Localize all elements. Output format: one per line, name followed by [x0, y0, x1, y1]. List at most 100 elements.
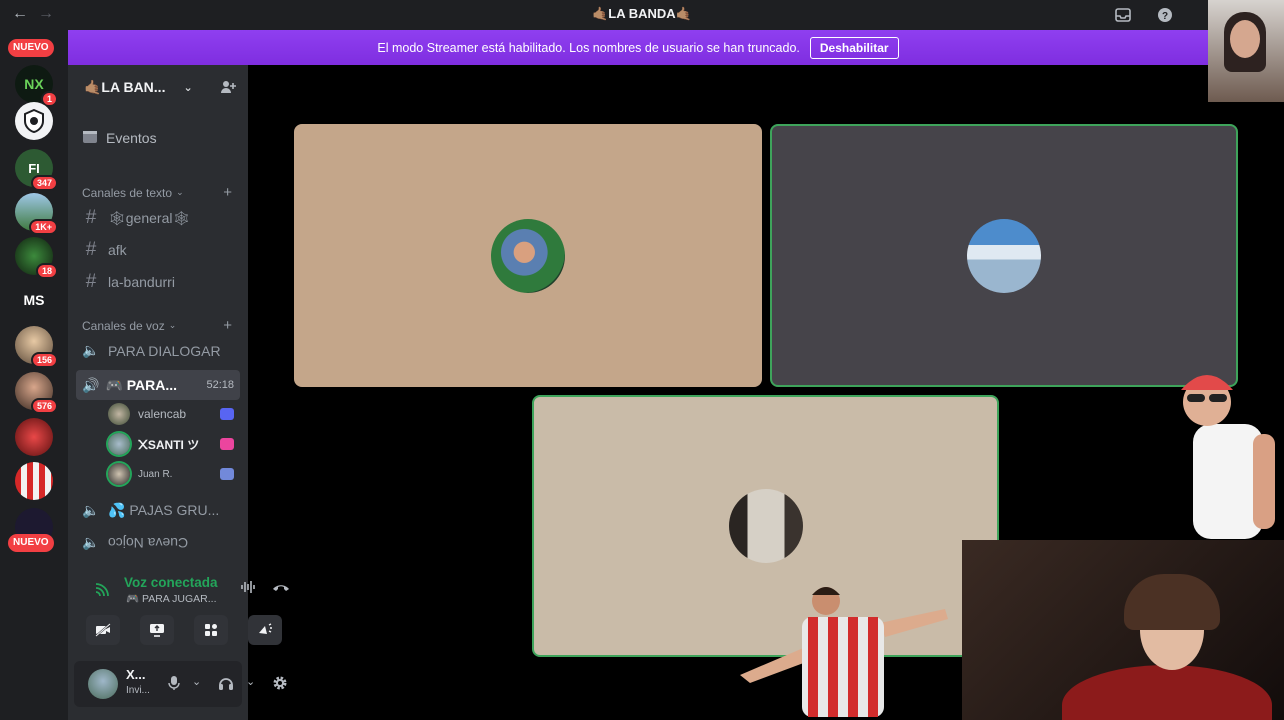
add-channel-icon[interactable]: + — [223, 317, 232, 334]
channel-label: 💦 PAJAS GRU... — [108, 502, 220, 518]
banner-message: El modo Streamer está habilitado. Los no… — [377, 40, 800, 55]
activities-icon[interactable] — [194, 615, 228, 645]
voice-user[interactable]: Juan R. — [108, 463, 234, 485]
server-icon-girl[interactable]: 576 — [15, 372, 58, 414]
help-icon[interactable]: ? — [1156, 6, 1174, 24]
voice-status[interactable]: Voz conectada — [124, 575, 218, 590]
disconnect-icon[interactable] — [272, 580, 290, 596]
camera-off-icon[interactable] — [86, 615, 120, 645]
voice-user-name: valencab — [138, 407, 187, 421]
voice-channel-para-dialogar[interactable]: 🔈 PARA DIALOGAR — [82, 342, 240, 359]
activity-icon — [220, 408, 234, 420]
voice-channel-active[interactable]: 🔊 🎮 PARA... 52:18 — [76, 370, 240, 400]
avatar[interactable] — [88, 669, 118, 699]
headphones-icon[interactable] — [218, 675, 234, 694]
user-name[interactable]: X... — [126, 667, 146, 682]
webcam-shirt — [1062, 665, 1272, 720]
voice-channel-cueva[interactable]: 🔈 Cueva Nojco — [82, 534, 240, 551]
webcam-overlay-streamer — [962, 540, 1284, 720]
speaker-icon: 🔈 — [82, 342, 100, 358]
speaker-icon: 🔈 — [82, 534, 100, 550]
server-icon-shield[interactable] — [15, 102, 53, 140]
chevron-down-icon[interactable]: ⌄ — [192, 675, 201, 688]
text-channels-category[interactable]: Canales de texto ⌄ + — [82, 184, 232, 201]
notification-badge: 156 — [30, 352, 58, 368]
disable-streamer-mode-button[interactable]: Deshabilitar — [809, 36, 899, 59]
voice-channel-name[interactable]: 🎮 PARA JUGAR... — [126, 592, 216, 605]
channel-label: la-bandurri — [108, 274, 175, 290]
avatar — [108, 433, 130, 455]
channel-la-bandurri[interactable]: # la-bandurri — [82, 271, 240, 293]
chevron-down-icon: ⌄ — [176, 187, 184, 197]
category-label: Canales de texto — [82, 185, 173, 200]
server-header[interactable]: 🤙🏽LA BAN... ⌄ — [68, 65, 248, 110]
server-icon-stadium[interactable]: 1K+ — [15, 193, 58, 235]
call-duration: 52:18 — [206, 379, 234, 391]
signal-icon[interactable] — [94, 582, 110, 601]
server-icon-red[interactable] — [15, 418, 53, 456]
channel-label: PARA DIALOGAR — [108, 342, 221, 359]
inbox-icon[interactable] — [1114, 6, 1132, 24]
participant-avatar — [491, 218, 565, 293]
new-badge: NUEVO — [8, 534, 54, 552]
channel-label: 🎮 PARA... — [105, 376, 178, 393]
shield-logo-icon — [15, 102, 53, 140]
voice-user[interactable]: valencab — [108, 403, 234, 425]
channel-label: Cueva Nojco — [108, 534, 189, 551]
events-item[interactable]: Eventos — [82, 128, 157, 147]
server-icon-ms[interactable]: MS — [15, 281, 53, 319]
webcam-hair — [1124, 574, 1220, 630]
user-panel: X... Invi... ⌄ ⌄ — [74, 661, 287, 707]
screen-share-icon[interactable] — [140, 615, 174, 645]
server-icon-sunglasses[interactable]: 156 — [15, 326, 58, 368]
chevron-down-icon[interactable]: ⌄ — [246, 675, 255, 688]
calendar-icon — [82, 128, 98, 147]
voice-user[interactable]: ᙭SANTI ツ — [108, 433, 234, 455]
window-title: 🤙🏽LA BANDA🤙🏽 — [592, 6, 692, 21]
hash-icon: # — [85, 207, 97, 228]
title-bar: ← → 🤙🏽LA BANDA🤙🏽 ? — [0, 0, 1284, 30]
server-name: 🤙🏽LA BAN... — [84, 79, 166, 95]
avatar — [108, 463, 130, 485]
participant-avatar — [967, 218, 1041, 293]
add-channel-icon[interactable]: + — [223, 184, 232, 201]
video-tile[interactable] — [294, 124, 762, 387]
notification-badge: 347 — [30, 175, 58, 191]
new-badge: NUEVO — [8, 39, 54, 57]
title-actions: ? — [1114, 6, 1174, 24]
hash-icon: # — [85, 271, 97, 292]
server-icon-nx[interactable]: NX 1 — [15, 65, 58, 107]
microphone-icon[interactable] — [168, 675, 180, 694]
svg-text:?: ? — [1162, 11, 1168, 22]
webcam-overlay-top — [1208, 0, 1284, 102]
voice-user-name: ᙭SANTI ツ — [138, 437, 200, 452]
activity-icon — [220, 438, 234, 450]
discord-window: ← → 🤙🏽LA BANDA🤙🏽 ? El modo Streamer está… — [0, 0, 1284, 720]
channel-afk[interactable]: # afk — [82, 239, 240, 261]
events-label: Eventos — [106, 129, 157, 146]
server-icon-jersey[interactable] — [15, 462, 53, 500]
category-label: Canales de voz — [82, 318, 165, 333]
notification-badge: 576 — [30, 398, 58, 414]
speaker-icon: 🔊 — [82, 376, 100, 393]
channel-general[interactable]: # 🕸general🕸 — [82, 207, 240, 229]
voice-channels-category[interactable]: Canales de voz ⌄ + — [82, 317, 232, 334]
chevron-down-icon: ⌄ — [168, 320, 177, 330]
sticker-player-image — [740, 587, 948, 717]
voice-connected-panel: Voz conectada 🎮 PARA JUGAR... — [74, 560, 289, 650]
video-tile-speaking[interactable] — [770, 124, 1238, 387]
gamepad-icon — [220, 468, 234, 480]
streamer-mode-banner: El modo Streamer está habilitado. Los no… — [68, 30, 1208, 65]
server-icon-fi[interactable]: FI 347 — [15, 149, 58, 191]
voice-user-name: Juan R. — [138, 468, 173, 480]
voice-channel-pajas[interactable]: 🔈 💦 PAJAS GRU... — [82, 502, 240, 519]
jersey-icon — [15, 462, 53, 500]
add-user-icon[interactable] — [220, 79, 236, 99]
server-icon-mascot[interactable]: 18 — [15, 237, 58, 279]
soundboard-icon[interactable] — [248, 615, 282, 645]
gear-icon[interactable] — [272, 675, 288, 694]
notification-badge: 1K+ — [29, 219, 58, 235]
notification-badge: 18 — [35, 263, 58, 279]
noise-suppression-icon[interactable] — [240, 580, 256, 597]
red-team-icon — [15, 418, 53, 456]
